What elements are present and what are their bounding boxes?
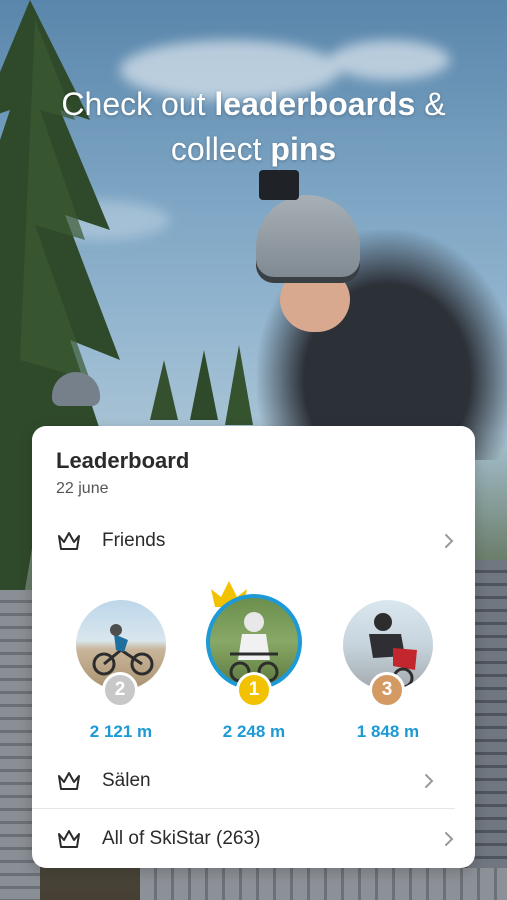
wooden-deck — [140, 868, 507, 900]
pine-tree — [225, 345, 253, 425]
crown-outline-icon — [58, 532, 80, 550]
distance-first-place: 2 248 m — [222, 722, 286, 741]
salen-label: Sälen — [102, 769, 151, 791]
friends-label: Friends — [102, 530, 166, 551]
cloud — [330, 40, 450, 80]
headline-text: collect — [170, 131, 271, 167]
pine-tree — [150, 360, 178, 420]
chevron-right-icon — [425, 773, 434, 788]
headline-line-1: Check out leaderboards & — [0, 82, 507, 127]
rank-number: 1 — [248, 679, 260, 700]
rank-number: 3 — [381, 679, 393, 700]
chevron-right-icon — [445, 832, 454, 846]
headline-line-2: collect pins — [0, 127, 507, 172]
all-skistar-label: All of SkiStar (263) — [102, 828, 261, 849]
rider-helmet — [256, 195, 360, 283]
headline-bold: leaderboards — [214, 86, 416, 122]
friends-leaderboard-row[interactable]: Friends — [32, 513, 475, 569]
distance-second-place: 2 121 m — [89, 722, 153, 741]
crown-outline-icon — [58, 771, 80, 790]
podium: 2 2 121 m 1 2 248 m 3 1 848 m — [32, 576, 475, 746]
rank-badge-third: 3 — [369, 672, 405, 708]
headline-bold: pins — [270, 131, 337, 167]
headline-text: & — [415, 86, 446, 122]
pine-tree — [190, 350, 218, 420]
headline-text: Check out — [61, 86, 215, 122]
crown-outline-icon — [58, 830, 80, 848]
rank-number: 2 — [114, 679, 126, 700]
distance-third-place: 1 848 m — [356, 722, 420, 741]
chevron-right-icon — [445, 534, 454, 548]
headline: Check out leaderboards & collect pins — [0, 82, 507, 172]
rank-badge-second: 2 — [102, 672, 138, 708]
action-camera — [259, 170, 299, 200]
all-skistar-leaderboard-row[interactable]: All of SkiStar (263) — [32, 811, 475, 867]
salen-leaderboard-row[interactable]: Sälen — [32, 753, 455, 809]
card-date: 22 june — [56, 480, 109, 497]
rank-badge-first: 1 — [236, 672, 272, 708]
leaderboard-card: Leaderboard 22 june Friends 2 2 121 m 1 … — [32, 426, 475, 868]
card-title: Leaderboard — [56, 448, 190, 473]
